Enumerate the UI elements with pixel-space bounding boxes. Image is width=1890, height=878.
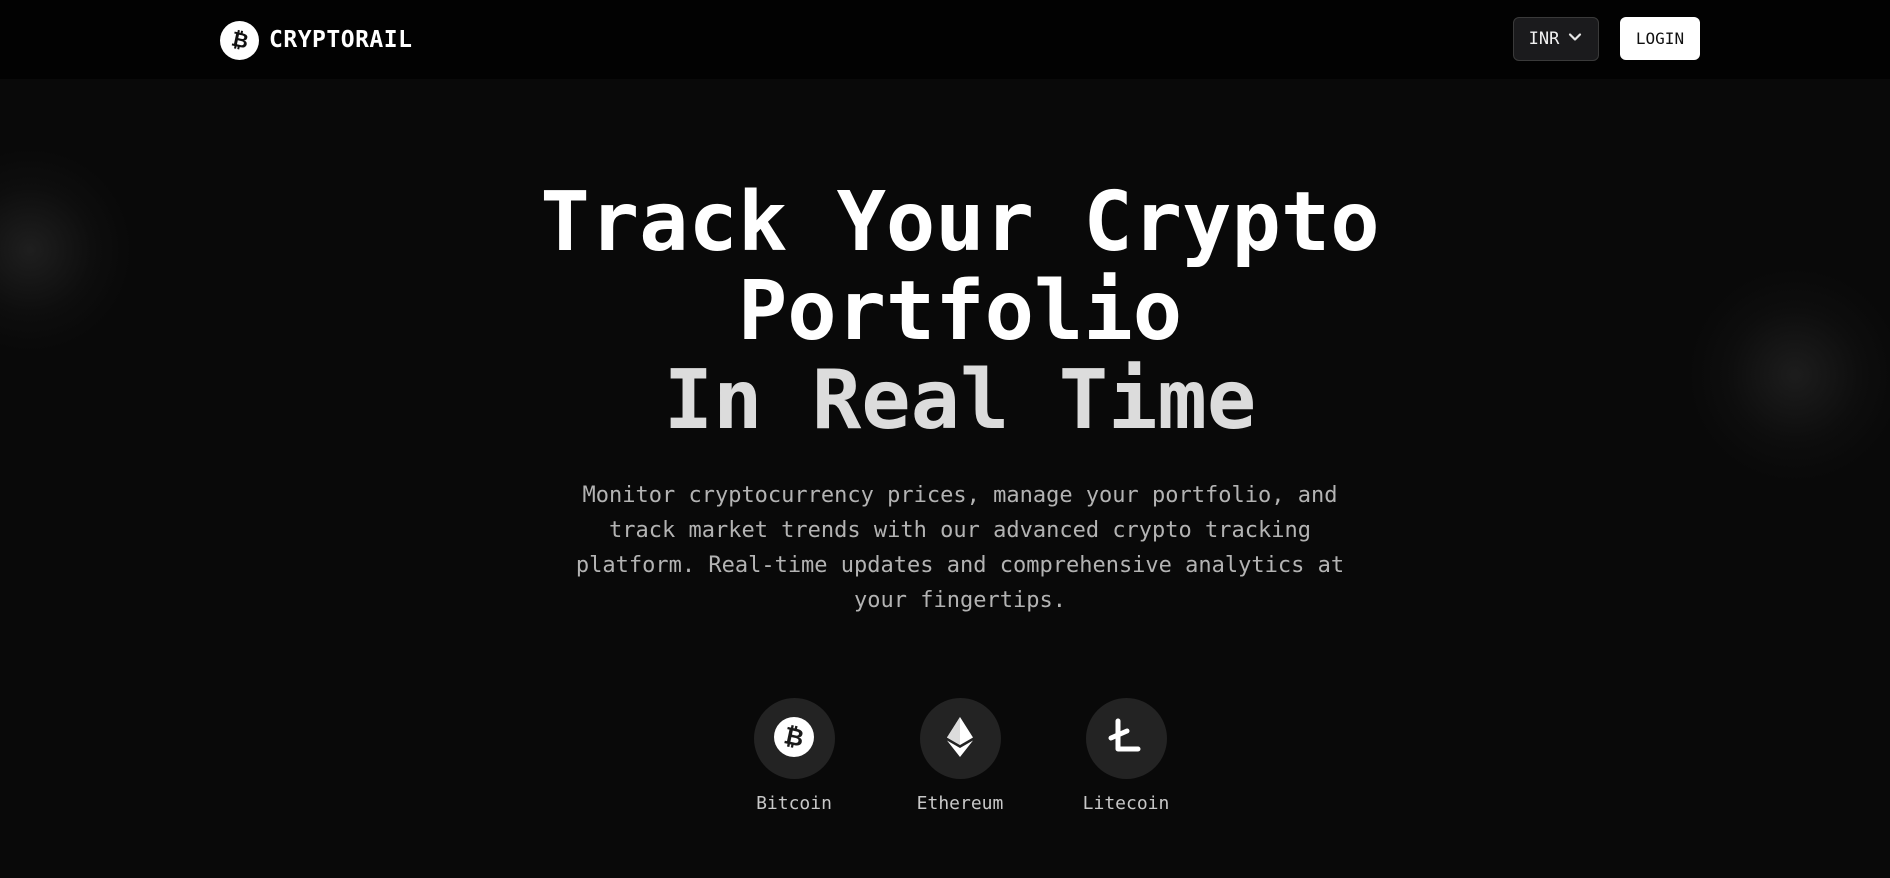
coin-label: Litecoin	[1082, 793, 1170, 814]
litecoin-icon	[1107, 716, 1145, 762]
hero-title-line-1: Track Your Crypto	[540, 175, 1380, 270]
coin-item-bitcoin[interactable]: ₿ Bitcoin	[734, 698, 854, 814]
coin-circle	[919, 698, 1001, 779]
currency-select[interactable]: INR	[1513, 17, 1599, 61]
hero-title-line-3: In Real Time	[663, 353, 1257, 448]
coin-circle: ₿	[753, 698, 835, 779]
svg-text:₿: ₿	[229, 27, 250, 53]
hero-title-line-2: Portfolio	[737, 264, 1183, 359]
ethereum-icon	[945, 716, 975, 762]
hero-title: Track Your Crypto Portfolio In Real Time	[0, 178, 1890, 445]
coin-item-ethereum[interactable]: Ethereum	[900, 698, 1020, 814]
hero-subtitle: Monitor cryptocurrency prices, manage yo…	[575, 483, 1345, 613]
brand[interactable]: ₿ CRYPTORAIL	[220, 20, 412, 60]
coin-circle	[1085, 698, 1167, 779]
brand-name: CRYPTORAIL	[269, 27, 413, 53]
top-navbar: ₿ CRYPTORAIL INR LOGIN	[0, 0, 1890, 79]
login-button[interactable]: LOGIN	[1620, 17, 1700, 60]
coin-label: Bitcoin	[756, 793, 832, 814]
bitcoin-logo-icon: ₿	[220, 20, 259, 60]
coin-item-litecoin[interactable]: Litecoin	[1066, 698, 1186, 814]
coin-label: Ethereum	[916, 793, 1004, 814]
currency-value: INR	[1528, 29, 1560, 49]
bitcoin-icon: ₿	[773, 716, 815, 762]
coin-list: ₿ Bitcoin Ethereum Litecoin	[0, 698, 1890, 818]
chevron-down-icon	[1567, 29, 1583, 49]
landing-page: ₿ CRYPTORAIL INR LOGIN Track Your Crypto…	[0, 0, 1890, 878]
